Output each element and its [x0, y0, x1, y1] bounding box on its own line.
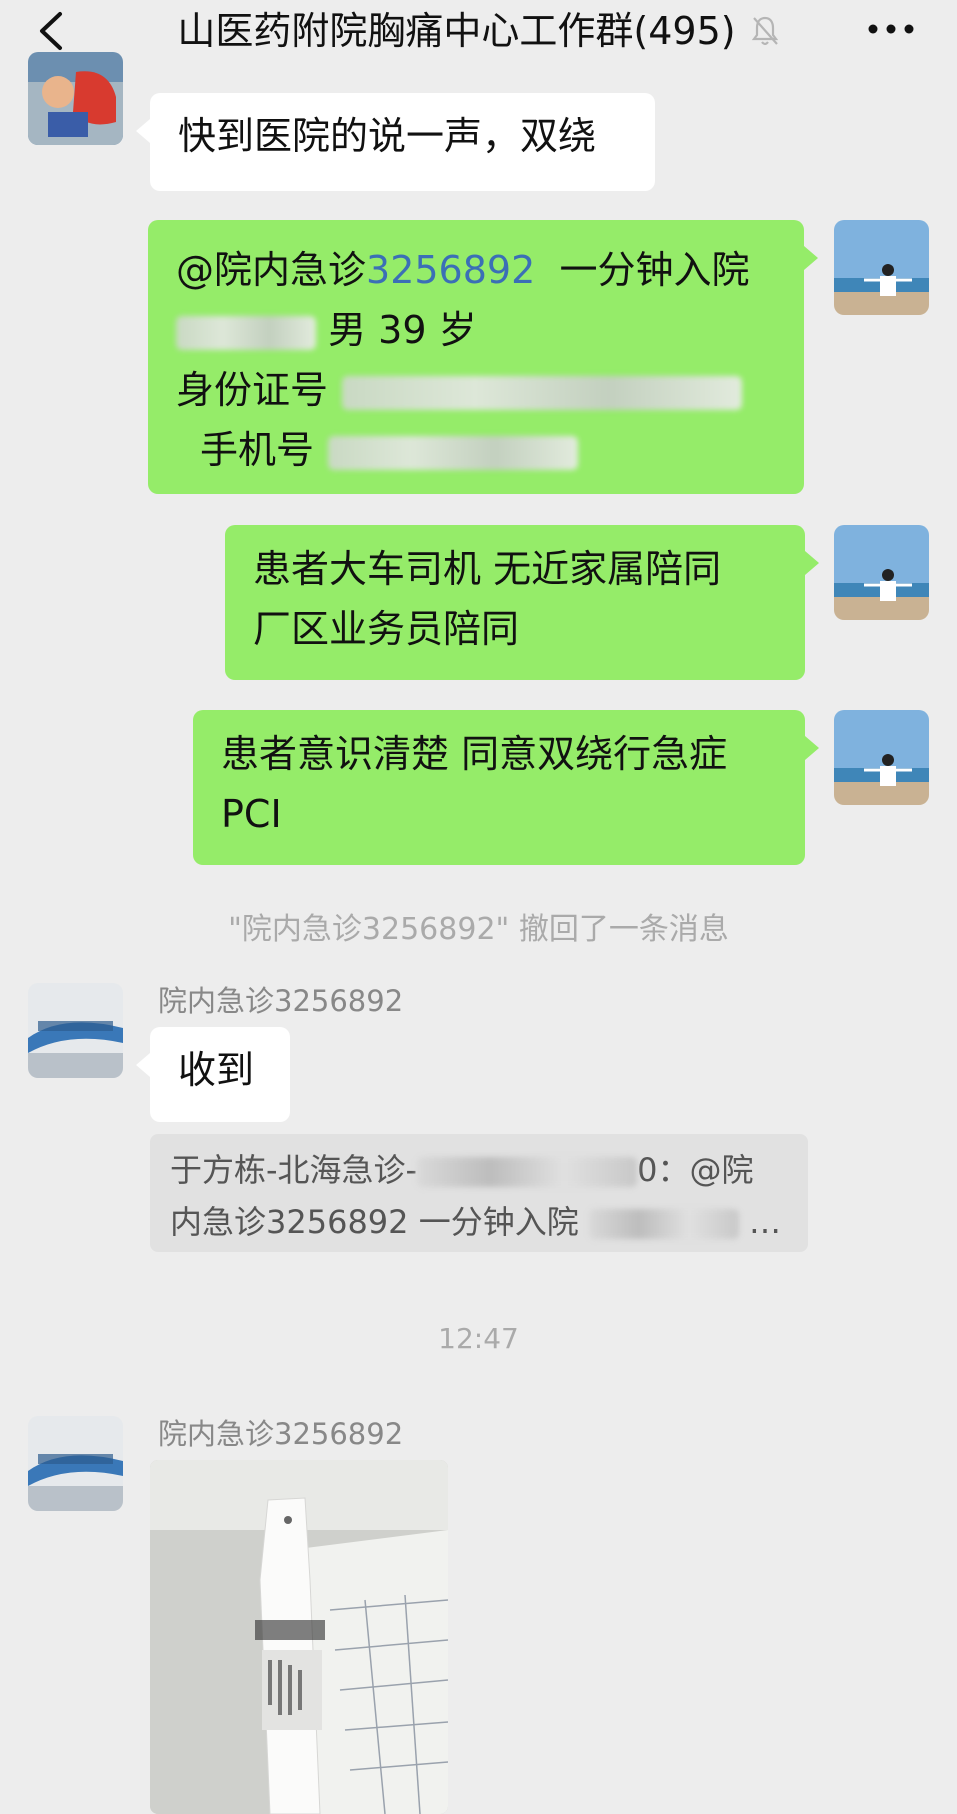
- message-text: 患者意识清楚 同意双绕行急症: [221, 732, 728, 776]
- avatar-emergency[interactable]: [28, 983, 123, 1078]
- avatar-emergency[interactable]: [28, 1416, 123, 1511]
- quote-text: 内急诊3256892 一分钟入院: [170, 1203, 579, 1241]
- message-text: 一分钟入院: [559, 248, 750, 292]
- quoted-message[interactable]: 于方栋-北海急诊- 0：@院 内急诊3256892 一分钟入院 …: [150, 1134, 808, 1252]
- redacted-quote-content: [588, 1209, 739, 1239]
- mention-number-link[interactable]: 3256892: [366, 248, 535, 292]
- id-label: 身份证号: [176, 368, 329, 412]
- message-bubble-4[interactable]: 患者意识清楚 同意双绕行急症 PCI: [193, 710, 819, 865]
- quote-text: 0：@院: [637, 1151, 754, 1189]
- message-bubble-2[interactable]: @院内急诊3256892 一分钟入院 男 39 岁 身份证号 手机号: [148, 220, 818, 494]
- mute-bell-icon: [751, 16, 778, 46]
- wristband-image: [150, 1460, 448, 1814]
- avatar-other[interactable]: [28, 52, 123, 145]
- quote-text: 于方栋-北海急诊-: [170, 1151, 418, 1189]
- chat-title[interactable]: 山医药附院胸痛中心工作群(495): [177, 8, 735, 54]
- more-icon[interactable]: [865, 20, 917, 38]
- chat-header: 山医药附院胸痛中心工作群(495): [0, 0, 957, 62]
- message-bubble-5[interactable]: 收到: [136, 1027, 290, 1122]
- avatar-self[interactable]: [834, 525, 929, 620]
- message-text: 快到医院的说一声，双绕: [178, 114, 597, 158]
- timestamp: 12:47: [438, 1322, 519, 1355]
- mention-text: @院内急诊: [176, 248, 367, 292]
- patient-gender-age: 男 39 岁: [328, 308, 477, 352]
- avatar-self[interactable]: [834, 710, 929, 805]
- message-bubble-1[interactable]: 快到医院的说一声，双绕: [136, 93, 655, 191]
- redacted-name: [176, 315, 316, 350]
- redacted-quote-name: [417, 1157, 638, 1187]
- sender-name: 院内急诊3256892: [158, 984, 404, 1018]
- redacted-phone-number: [328, 435, 579, 470]
- quote-ellipsis: …: [749, 1203, 782, 1241]
- wristband-photo[interactable]: [150, 1460, 448, 1814]
- message-text: 厂区业务员陪同: [253, 607, 520, 651]
- message-text: 患者大车司机 无近家属陪同: [253, 547, 722, 591]
- sender-name: 院内急诊3256892: [158, 1417, 404, 1451]
- recall-notice: "院内急诊3256892" 撤回了一条消息: [228, 912, 729, 947]
- phone-label: 手机号: [200, 428, 315, 472]
- message-bubble-3[interactable]: 患者大车司机 无近家属陪同 厂区业务员陪同: [225, 525, 819, 680]
- redacted-id-number: [342, 375, 743, 410]
- message-text: PCI: [221, 792, 282, 836]
- avatar-self[interactable]: [834, 220, 929, 315]
- message-text: 收到: [178, 1048, 255, 1092]
